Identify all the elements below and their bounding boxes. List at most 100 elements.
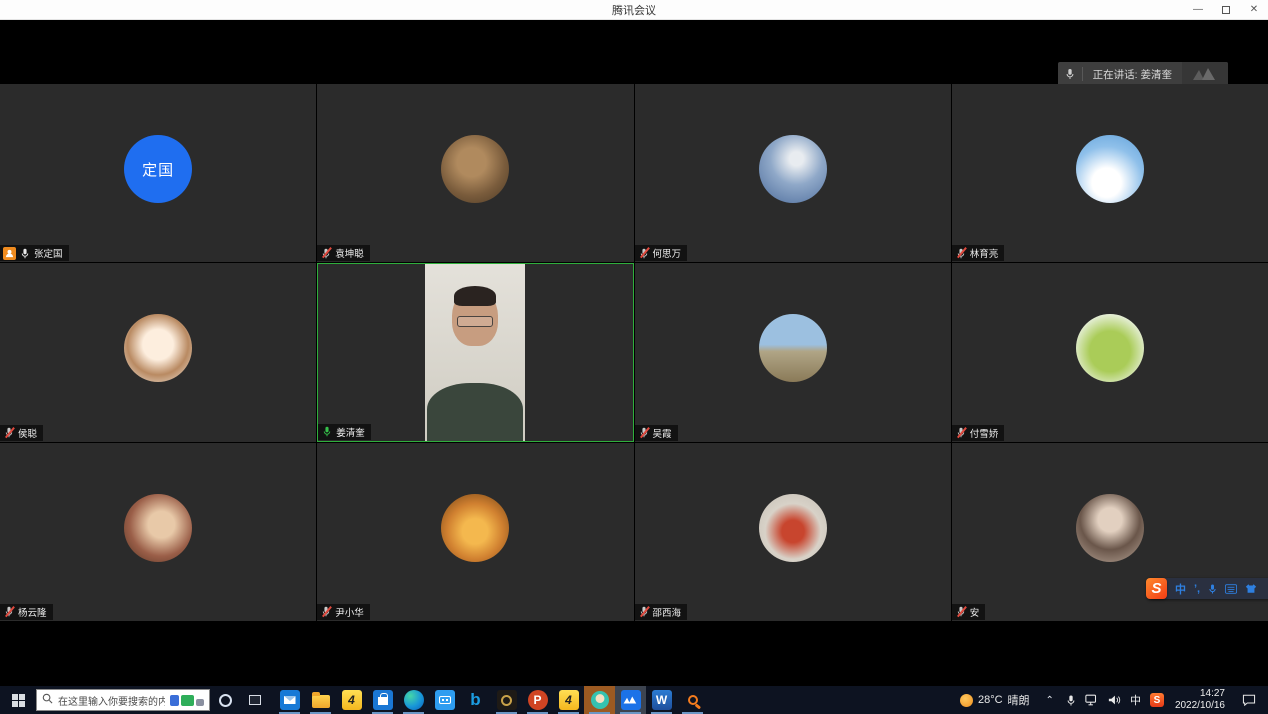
participant-tile[interactable]: 侯聪 — [0, 263, 316, 441]
game-center-icon — [497, 690, 517, 710]
avatar — [124, 314, 192, 382]
taskbar-app-bing[interactable]: b — [460, 686, 491, 714]
taskbar-app-meeting-avatar[interactable] — [584, 686, 615, 714]
punctuation-toggle[interactable]: ’, — [1194, 583, 1200, 595]
avatar — [1076, 494, 1144, 562]
taskbar-app-download4b[interactable]: 4 — [553, 686, 584, 714]
taskbar-app-tencent-meeting[interactable] — [615, 686, 646, 714]
participant-label: 邵西海 — [635, 604, 688, 620]
search-icon — [42, 691, 53, 709]
file-explorer-icon — [312, 695, 330, 708]
hidden-icons-chevron[interactable]: ⌃ — [1043, 695, 1057, 706]
ime-indicator[interactable]: 中 — [1130, 692, 1141, 708]
participant-label: 袁坤聪 — [317, 245, 370, 261]
taskbar-app-file-explorer[interactable] — [305, 686, 336, 714]
mic-status-icon — [320, 606, 332, 618]
avatar — [1076, 314, 1144, 382]
sogou-tray-icon[interactable]: S — [1150, 693, 1164, 707]
participant-tile-active-speaker[interactable]: 姜清奎 — [317, 263, 633, 441]
avatar — [1076, 135, 1144, 203]
window-titlebar: 腾讯会议 — ✕ — [0, 0, 1268, 20]
participant-label: 安 — [952, 604, 986, 620]
mic-status-icon — [638, 606, 650, 618]
voice-input-icon[interactable] — [1208, 583, 1217, 595]
speaking-mic-icon — [1058, 67, 1083, 81]
window-title: 腾讯会议 — [612, 2, 656, 18]
taskbar-app-download4[interactable]: 4 — [336, 686, 367, 714]
magnifier-icon — [683, 690, 703, 710]
taskbar-app-powerpoint[interactable]: P — [522, 686, 553, 714]
avatar — [124, 494, 192, 562]
avatar-initials: 定国 — [142, 159, 174, 180]
windows-logo-icon — [12, 694, 25, 707]
participant-label: 何思万 — [635, 245, 688, 261]
taskbar-app-mail[interactable] — [274, 686, 305, 714]
participant-tile[interactable]: 定国 张定国 — [0, 84, 316, 262]
taskbar-app-store[interactable] — [367, 686, 398, 714]
taskbar-app-game[interactable] — [491, 686, 522, 714]
video-person-body — [427, 383, 523, 441]
action-center-button[interactable] — [1236, 694, 1262, 706]
mic-status-icon — [3, 606, 15, 618]
minimize-button[interactable]: — — [1184, 0, 1212, 19]
participant-label: 林育亮 — [952, 245, 1005, 261]
powerpoint-icon: P — [528, 690, 548, 710]
mic-status-icon — [638, 247, 650, 259]
participant-name: 姜清奎 — [336, 425, 365, 439]
taskbar-app-word[interactable]: W — [646, 686, 677, 714]
taskbar-app-edge[interactable] — [398, 686, 429, 714]
mic-status-icon — [638, 427, 650, 439]
mic-status-icon — [955, 427, 967, 439]
participant-name: 侯聪 — [18, 426, 37, 440]
sun-icon — [960, 694, 973, 707]
taskbar-app-tv[interactable] — [429, 686, 460, 714]
download4-icon: 4 — [559, 690, 579, 710]
participant-label: 姜清奎 — [318, 424, 371, 440]
tray-mic-icon[interactable] — [1066, 694, 1076, 707]
network-icon[interactable] — [1085, 694, 1099, 706]
participant-tile[interactable]: 何思万 — [635, 84, 951, 262]
participant-tile[interactable]: 尹小华 — [317, 443, 633, 621]
search-placeholder: 在这里输入你要搜索的内容 — [58, 693, 165, 708]
soft-keyboard-icon[interactable] — [1225, 584, 1237, 594]
mic-status-icon — [3, 427, 15, 439]
clock[interactable]: 14:27 2022/10/16 — [1173, 688, 1227, 713]
tray-time: 14:27 — [1175, 688, 1225, 701]
weather-desc: 晴朗 — [1008, 692, 1030, 708]
mic-status-icon — [321, 426, 333, 438]
weather-widget[interactable]: 28°C 晴朗 — [956, 692, 1034, 708]
mic-status-icon — [19, 247, 31, 259]
taskbar-search-input[interactable]: 在这里输入你要搜索的内容 — [36, 689, 210, 711]
participant-tile[interactable]: 杨云隆 — [0, 443, 316, 621]
start-button[interactable] — [0, 686, 36, 714]
ime-mode-toggle[interactable]: 中 — [1175, 581, 1186, 597]
participant-tile[interactable]: 袁坤聪 — [317, 84, 633, 262]
avatar — [441, 494, 509, 562]
participant-tile[interactable]: 邵西海 — [635, 443, 951, 621]
participant-name: 付雪娇 — [970, 426, 999, 440]
participant-tile[interactable]: 吴霞 — [635, 263, 951, 441]
participant-label: 尹小华 — [317, 604, 370, 620]
sogou-logo-icon[interactable]: S — [1146, 578, 1167, 599]
video-person-head — [452, 290, 498, 346]
system-tray: 28°C 晴朗 ⌃ 中 S 14:27 2022/10/16 — [956, 688, 1268, 713]
task-view-button[interactable] — [240, 695, 270, 705]
participant-name: 吴霞 — [653, 426, 672, 440]
participant-name: 安 — [970, 605, 980, 619]
speaking-label: 正在讲话: 姜清奎 — [1083, 67, 1182, 82]
restore-button[interactable] — [1212, 0, 1240, 19]
taskbar-app-search-tool[interactable] — [677, 686, 708, 714]
participant-tile[interactable]: 林育亮 — [952, 84, 1268, 262]
speaking-indicator: 正在讲话: 姜清奎 — [1058, 62, 1228, 86]
sogou-ime-toolbar[interactable]: S 中 ’, — [1149, 578, 1268, 599]
tencent-meeting-icon — [621, 690, 641, 710]
skin-icon[interactable] — [1245, 583, 1257, 594]
participant-name: 林育亮 — [970, 246, 999, 260]
cortana-button[interactable] — [210, 694, 240, 707]
participant-tile[interactable]: 付雪娇 — [952, 263, 1268, 441]
avatar: 定国 — [124, 135, 192, 203]
close-button[interactable]: ✕ — [1240, 0, 1268, 19]
participant-name: 尹小华 — [335, 605, 364, 619]
restore-icon — [1222, 6, 1230, 14]
volume-icon[interactable] — [1108, 694, 1121, 706]
